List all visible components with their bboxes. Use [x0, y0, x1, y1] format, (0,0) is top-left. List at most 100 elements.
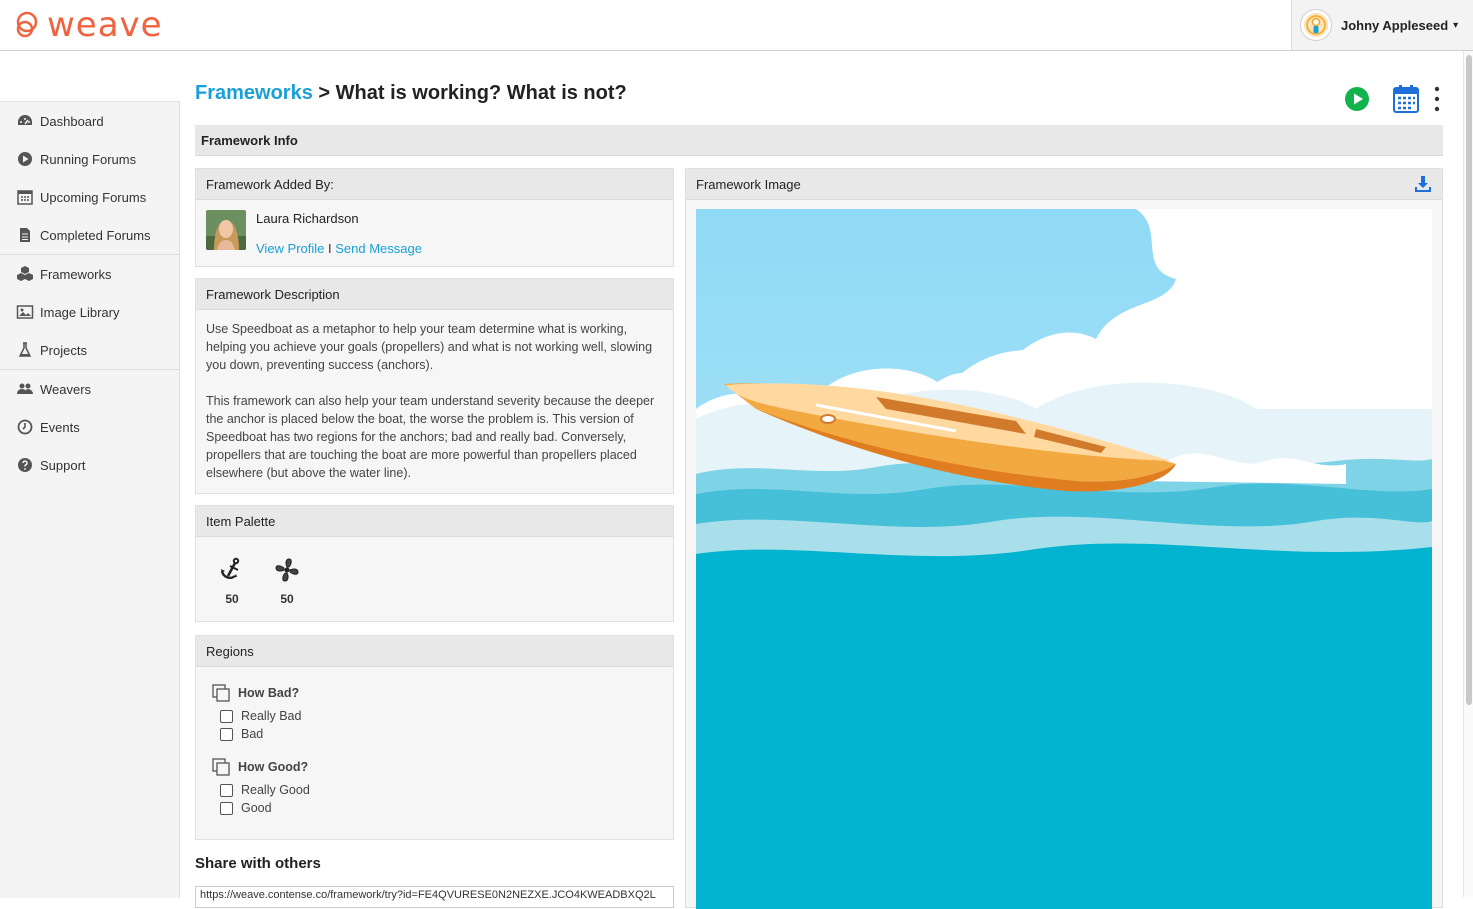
region-group-title: How Bad?: [238, 686, 300, 700]
more-options-icon[interactable]: [1432, 85, 1442, 113]
framework-info-label: Framework Info: [201, 132, 298, 148]
author-name: Laura Richardson: [256, 211, 359, 226]
breadcrumb-frameworks-link[interactable]: Frameworks: [195, 82, 313, 104]
sidebar-item-label: Running Forums: [40, 151, 137, 167]
logo-text: weave: [47, 5, 163, 45]
description-paragraph: Use Speedboat as a metaphor to help your…: [206, 322, 653, 372]
send-message-link[interactable]: Send Message: [335, 241, 422, 256]
calendar-icon: [17, 190, 33, 205]
regions-heading: Regions: [196, 636, 673, 667]
sidebar: Dashboard Running Forums Upcoming Forums…: [0, 101, 180, 898]
framework-image-heading: Framework Image: [696, 176, 801, 192]
header-actions: [1343, 84, 1442, 114]
schedule-calendar-icon[interactable]: [1392, 84, 1420, 114]
users-icon: [17, 383, 33, 394]
region-group-how-bad: How Bad? Really Bad Bad: [212, 684, 301, 743]
sidebar-item-support[interactable]: Support: [0, 446, 179, 484]
user-name: Johny Appleseed: [1341, 17, 1449, 33]
sidebar-item-label: Dashboard: [40, 113, 104, 129]
regions-panel: Regions How Bad? Really Bad Bad How Good…: [195, 635, 674, 840]
added-by-panel: Framework Added By: Laura Richardson Vie…: [195, 168, 674, 267]
anchor-count: 50: [225, 592, 239, 606]
user-menu-caret-icon: ▾: [1453, 19, 1459, 31]
region-option-really-bad[interactable]: Really Bad: [220, 707, 301, 725]
share-title: Share with others: [195, 855, 321, 872]
breadcrumb-separator: >: [312, 82, 336, 104]
download-icon[interactable]: [1414, 175, 1432, 193]
sidebar-item-upcoming-forums[interactable]: Upcoming Forums: [0, 178, 179, 216]
region-checkbox[interactable]: [220, 727, 233, 741]
start-forum-play-icon[interactable]: [1343, 85, 1371, 113]
region-option-bad[interactable]: Bad: [220, 725, 301, 743]
copy-group-icon: [212, 758, 230, 776]
page-title: Frameworks > What is working? What is no…: [195, 82, 627, 105]
region-checkbox[interactable]: [220, 709, 233, 723]
author-photo-image: [206, 210, 246, 250]
clock-icon: [17, 419, 33, 435]
user-avatar-icon: [1304, 13, 1328, 37]
region-checkbox[interactable]: [220, 801, 233, 815]
sidebar-item-label: Events: [40, 419, 80, 435]
sidebar-item-label: Weavers: [40, 381, 92, 397]
weave-logo-icon: [16, 11, 38, 38]
weave-logo[interactable]: weave: [14, 6, 163, 44]
sidebar-item-running-forums[interactable]: Running Forums: [0, 140, 179, 178]
sidebar-item-completed-forums[interactable]: Completed Forums: [0, 216, 179, 254]
framework-image-panel: Framework Image: [685, 168, 1443, 909]
region-option-label: Good: [241, 801, 272, 815]
anchor-icon: [220, 557, 240, 579]
cubes-icon: [17, 266, 33, 281]
page-scrollbar[interactable]: [1463, 51, 1473, 897]
view-profile-link[interactable]: View Profile: [256, 241, 324, 256]
palette-item-anchor[interactable]: 50: [217, 557, 247, 606]
framework-title: What is working? What is not?: [335, 82, 627, 104]
user-menu[interactable]: Johny Appleseed ▾: [1291, 0, 1473, 50]
added-by-heading: Framework Added By:: [196, 169, 673, 200]
framework-info-header: Framework Info: [195, 125, 1443, 156]
description-paragraph: This framework can also help your team u…: [206, 394, 655, 480]
play-circle-icon: [18, 152, 32, 166]
region-option-really-good[interactable]: Really Good: [220, 781, 310, 799]
description-body: Use Speedboat as a metaphor to help your…: [196, 310, 673, 493]
author-links: View Profile I Send Message: [256, 241, 422, 256]
sidebar-item-label: Completed Forums: [40, 227, 151, 243]
help-icon: [18, 458, 32, 472]
speedboat-image: [696, 209, 1432, 909]
sidebar-item-label: Frameworks: [40, 266, 112, 282]
scrollbar-thumb[interactable]: [1466, 55, 1472, 705]
sidebar-item-label: Projects: [40, 342, 87, 358]
share-url-field[interactable]: https://weave.contense.co/framework/try?…: [195, 886, 674, 908]
region-option-label: Bad: [241, 727, 264, 741]
sidebar-item-events[interactable]: Events: [0, 408, 179, 446]
top-bar: weave Johny Appleseed ▾: [0, 0, 1473, 51]
sidebar-item-label: Upcoming Forums: [40, 189, 147, 205]
region-group-title: How Good?: [238, 760, 309, 774]
sidebar-item-image-library[interactable]: Image Library: [0, 293, 179, 331]
item-palette-heading: Item Palette: [196, 506, 673, 537]
sidebar-item-dashboard[interactable]: Dashboard: [0, 102, 179, 140]
copy-group-icon: [212, 684, 230, 702]
description-panel: Framework Description Use Speedboat as a…: [195, 278, 674, 494]
link-divider: I: [324, 241, 336, 256]
propeller-icon: [275, 558, 299, 582]
region-option-label: Really Good: [241, 783, 310, 797]
flask-icon: [18, 342, 32, 357]
dashboard-icon: [18, 115, 32, 125]
sidebar-item-weavers[interactable]: Weavers: [0, 370, 179, 408]
palette-item-propeller[interactable]: 50: [272, 557, 302, 606]
sidebar-item-label: Image Library: [40, 304, 120, 320]
propeller-count: 50: [280, 592, 294, 606]
image-icon: [16, 305, 34, 319]
author-photo: [206, 210, 246, 250]
region-option-good[interactable]: Good: [220, 799, 310, 817]
document-icon: [20, 228, 30, 242]
sidebar-item-label: Support: [40, 457, 86, 473]
region-option-label: Really Bad: [241, 709, 302, 723]
item-palette-panel: Item Palette 50 50: [195, 505, 674, 622]
user-avatar: [1300, 9, 1332, 41]
description-heading: Framework Description: [196, 279, 673, 310]
region-checkbox[interactable]: [220, 783, 233, 797]
speedboat-illustration: [696, 209, 1432, 909]
sidebar-item-projects[interactable]: Projects: [0, 331, 179, 369]
sidebar-item-frameworks[interactable]: Frameworks: [0, 255, 179, 293]
